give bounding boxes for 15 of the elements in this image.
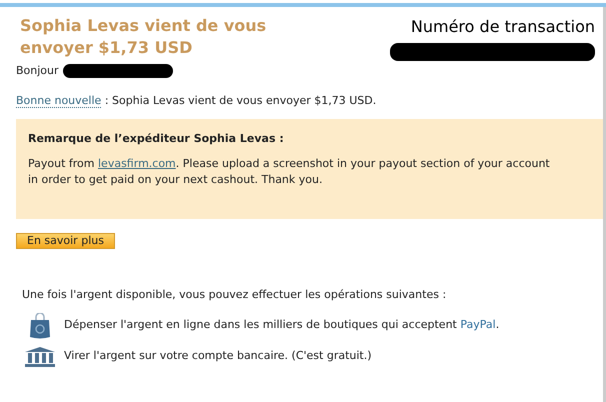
website-link[interactable]: levasfirm.com xyxy=(98,156,176,170)
note-text: Payout from levasfirm.com. Please upload a screenshot in your payout section of your account in order to get paid on your next cashout. Thank you. xyxy=(28,156,551,188)
transaction-label: Numéro de transaction xyxy=(410,16,595,38)
news-text: Bonne nouvelle : Sophia Levas vient de vous envoyer $1,73 USD. xyxy=(15,92,378,109)
paypal-link[interactable]: PayPal xyxy=(460,318,496,332)
bank-icon xyxy=(25,346,55,367)
option-text: Virer l'argent sur votre compte bancaire. (C'est gratuit.) xyxy=(64,348,372,364)
intro-text: Une fois l'argent disponible, vous pouvez effectuer les opérations suivantes : xyxy=(22,287,448,304)
option-text: Dépenser l'argent en ligne dans les milliers de boutiques qui acceptent PayPal. xyxy=(64,317,500,334)
news-link[interactable]: Bonne nouvelle xyxy=(16,94,102,108)
note-title: Remarque de l’expéditeur Sophia Levas : xyxy=(28,131,285,147)
more-button[interactable]: En savoir plus xyxy=(16,232,115,248)
email-title: Sophia Levas vient de vous envoyer $1,73 USD xyxy=(19,15,268,59)
shopping-bag-icon xyxy=(29,312,51,339)
greeting-text: Bonjour xyxy=(16,63,59,79)
